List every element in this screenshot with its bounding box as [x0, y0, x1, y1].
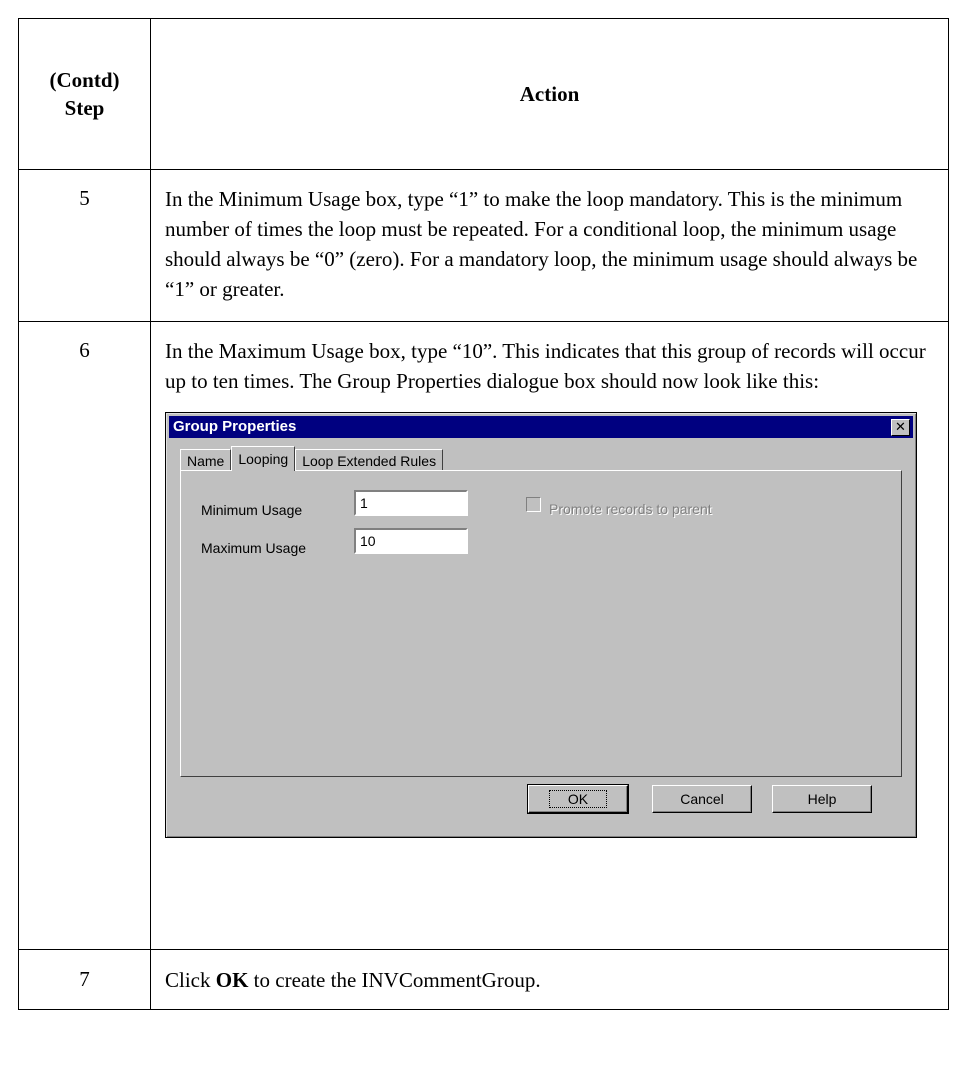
- promote-records-label: Promote records to parent: [549, 501, 712, 517]
- step-cell: In the Maximum Usage box, type “10”. Thi…: [150, 321, 949, 950]
- step-number: 5: [18, 169, 151, 322]
- step-text: In the Minimum Usage box, type “1” to ma…: [150, 169, 949, 322]
- dialog-titlebar: Group Properties ✕: [169, 416, 913, 438]
- steps-table: (Contd) Step Action 5 In the Minimum Usa…: [18, 18, 949, 1010]
- minimum-usage-field[interactable]: 1: [354, 490, 468, 516]
- table-row: 5 In the Minimum Usage box, type “1” to …: [18, 169, 949, 322]
- tab-looping[interactable]: Looping: [231, 446, 296, 471]
- looping-panel: Minimum Usage 1 Maximum Usage 10 Promote…: [180, 470, 902, 777]
- step-number: 6: [18, 321, 151, 950]
- maximum-usage-field[interactable]: 10: [354, 528, 468, 554]
- step-number: 7: [18, 949, 151, 1010]
- step-text-bold: OK: [215, 967, 249, 992]
- promote-records-checkbox[interactable]: [526, 497, 541, 512]
- group-properties-dialog: Group Properties ✕ Name Looping Loop Ext…: [165, 412, 917, 838]
- ok-button[interactable]: OK: [527, 784, 629, 814]
- tab-name[interactable]: Name: [180, 449, 232, 471]
- header-step: (Contd) Step: [18, 18, 151, 170]
- header-row: (Contd) Step Action: [18, 18, 949, 170]
- cancel-button[interactable]: Cancel: [652, 785, 752, 813]
- tab-loop-extended-rules[interactable]: Loop Extended Rules: [295, 449, 444, 471]
- header-step-line2: Step: [64, 96, 105, 120]
- tab-strip: Name Looping Loop Extended Rules: [180, 446, 444, 471]
- step-text: In the Maximum Usage box, type “10”. Thi…: [165, 339, 926, 393]
- table-row: 6 In the Maximum Usage box, type “10”. T…: [18, 321, 949, 950]
- maximum-usage-label: Maximum Usage: [201, 540, 307, 556]
- step-text-pre: Click: [165, 967, 216, 992]
- close-icon[interactable]: ✕: [891, 419, 910, 436]
- minimum-usage-label: Minimum Usage: [201, 502, 303, 518]
- header-action: Action: [150, 18, 949, 170]
- ok-button-label: OK: [548, 790, 608, 808]
- help-button[interactable]: Help: [772, 785, 872, 813]
- step-text: Click OK to create the INVCommentGroup.: [150, 949, 949, 1010]
- step-text-post: to create the INVCommentGroup.: [248, 967, 541, 992]
- dialog-title: Group Properties: [173, 418, 297, 435]
- table-row: 7 Click OK to create the INVCommentGroup…: [18, 949, 949, 1010]
- header-step-line1: (Contd): [49, 68, 120, 92]
